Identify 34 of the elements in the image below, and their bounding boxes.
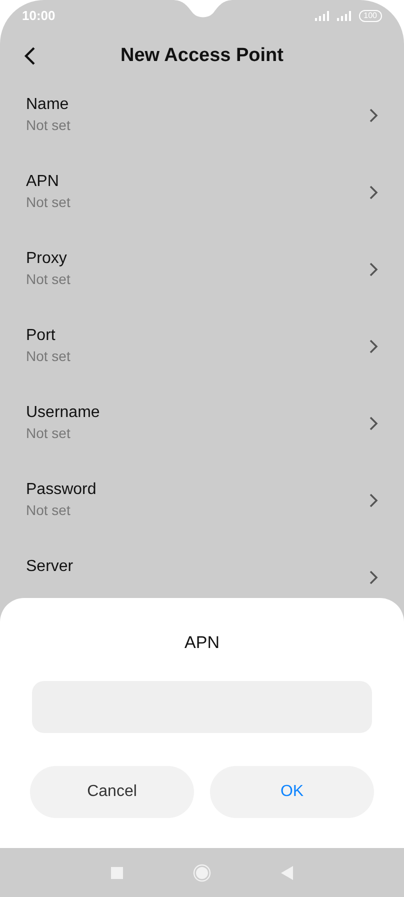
setting-title: Username	[26, 403, 101, 423]
page-title: New Access Point	[120, 44, 284, 68]
setting-row[interactable]: Password Not set	[0, 480, 404, 557]
setting-value: Not set	[26, 501, 72, 520]
chevron-right-icon	[369, 493, 378, 508]
chevron-right-icon	[369, 108, 378, 123]
home-circle-icon[interactable]	[193, 864, 211, 882]
cancel-button[interactable]: Cancel	[30, 766, 194, 818]
chevron-right-icon	[369, 570, 378, 585]
setting-value: Not set	[26, 193, 72, 212]
setting-value: Not set	[26, 270, 72, 289]
setting-row[interactable]: Username Not set	[0, 403, 404, 480]
signal-icon	[314, 11, 331, 21]
setting-row[interactable]: Proxy Not set	[0, 249, 404, 326]
dialog-title: APN	[184, 632, 220, 654]
setting-title: Proxy	[26, 249, 68, 269]
setting-row[interactable]: Name Not set	[0, 95, 404, 172]
setting-title: Password	[26, 480, 98, 500]
setting-title: APN	[26, 172, 60, 192]
setting-row[interactable]: Port Not set	[0, 326, 404, 403]
chevron-right-icon	[369, 185, 378, 200]
square-icon[interactable]	[111, 866, 123, 878]
setting-title: Name	[26, 95, 70, 115]
setting-value: Not set	[26, 424, 72, 443]
back-triangle-icon[interactable]	[281, 866, 293, 880]
setting-row[interactable]: APN Not set	[0, 172, 404, 249]
signal-icon	[336, 11, 353, 21]
setting-title: Server	[26, 557, 74, 577]
setting-title: Port	[26, 326, 56, 346]
chevron-right-icon	[369, 339, 378, 354]
chevron-right-icon	[369, 416, 378, 431]
setting-value: Not set	[26, 116, 72, 135]
chevron-right-icon	[369, 262, 378, 277]
setting-value: Not set	[26, 347, 72, 366]
